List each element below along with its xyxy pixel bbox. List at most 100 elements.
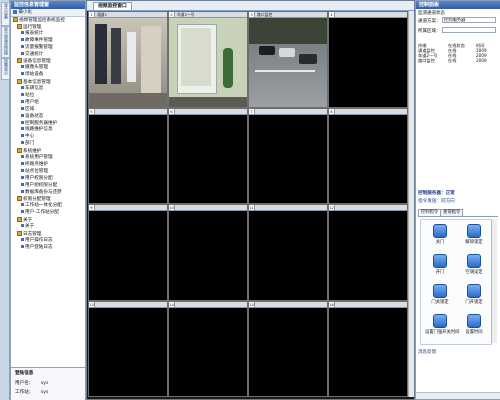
video-cell-title: 车道2一号 (177, 12, 195, 17)
tree-item[interactable]: 站点位管理 (21, 168, 48, 175)
video-cell[interactable]: 7 (248, 107, 328, 204)
tree-item[interactable]: 关于 (21, 224, 34, 230)
set-door-time-icon (433, 314, 447, 328)
module-icon (21, 134, 24, 138)
tree-item[interactable]: 权限分配管理 (17, 196, 51, 202)
tree-item[interactable]: 基本信息管理 (17, 79, 51, 85)
tree-item[interactable]: 用户操作日志 (21, 237, 53, 244)
command-label: 门关锁定 (431, 300, 449, 305)
ac-setting-button[interactable]: 空调设定 (459, 254, 489, 280)
tree-item[interactable]: 系统维护 (17, 148, 41, 154)
video-cell[interactable]: 2 车道2一号 (168, 11, 248, 108)
video-cell[interactable]: 12 (328, 204, 408, 301)
tree-item-label: 站位 (25, 92, 35, 98)
login-info-title: 登陆信息 (15, 371, 34, 376)
set-door-time-button[interactable]: 设置门强开关时间 (425, 314, 459, 340)
tree-item[interactable]: 工作站一体化分配 (21, 203, 62, 209)
door-lock-closed-button[interactable]: 门关锁定 (425, 284, 455, 310)
area-input[interactable] (442, 27, 496, 33)
video-cell[interactable]: 16 (328, 300, 408, 397)
tree-item[interactable]: 运行管理 (17, 23, 41, 30)
tree-item-label: 系统用户管理 (25, 155, 53, 160)
tree-item-label: 用户登陆日志 (25, 244, 53, 250)
message-feedback[interactable]: 消息反馈 (418, 349, 436, 355)
vtab-show-on-demand[interactable]: 按需显示 (1, 58, 10, 80)
tree-item-label: 部门 (25, 141, 35, 147)
tree-item[interactable]: 用户登陆日志 (21, 244, 53, 251)
video-cell[interactable]: 9 (88, 204, 168, 301)
tree-item[interactable]: 场站设备 (21, 72, 43, 78)
tree-item-label: 流量报警管理 (25, 44, 53, 50)
channel-scheme-label: 通道方案： (418, 19, 441, 24)
unlock-button[interactable]: 解除锁定 (459, 224, 489, 250)
tree-item[interactable]: 流量报警管理 (21, 44, 53, 51)
video-cell[interactable]: 14 (168, 300, 248, 397)
tree-item[interactable]: 中心 (21, 134, 34, 140)
minimize-button[interactable]: 最小化 (18, 10, 32, 15)
tree-item[interactable]: 线路维护信息 (21, 127, 53, 133)
command-scrollbar[interactable] (491, 219, 497, 343)
open-door-button[interactable]: 开门 (425, 254, 455, 280)
close-door-button[interactable]: 关门 (425, 224, 455, 250)
video-monitor-window: 视频监控窗口 1 通道1 2 车道2一号 3 路口监控 4 5 6 7 8 9 10 11 12 13 14 15… (86, 0, 415, 400)
tree-item[interactable]: 视频管理监控系统监控 (13, 17, 65, 23)
tab-video-monitor[interactable]: 视频监控窗口 (93, 2, 132, 10)
tree-item[interactable]: 用户组权限分配 (21, 182, 57, 189)
video-cell-header: 9 (89, 205, 167, 211)
video-cell[interactable]: 5 (88, 107, 168, 204)
tree-item[interactable]: 系统用户管理 (21, 155, 53, 161)
video-cell[interactable]: 10 (168, 204, 248, 301)
tree-item[interactable]: 终端点维护 (21, 161, 48, 168)
bottom-toolbar (416, 392, 500, 399)
video-cell-header: 11 (249, 205, 327, 211)
tree-item[interactable]: 区域 (21, 106, 34, 113)
channel-scheme-select[interactable]: 控制服务器 (442, 17, 496, 23)
tree-item[interactable]: 车辆信息 (21, 86, 43, 92)
video-cell[interactable]: 1 通道1 (88, 11, 168, 108)
module-icon (21, 224, 24, 227)
module-icon (21, 65, 24, 69)
set-time-button[interactable]: 设置时间 (459, 314, 489, 340)
table-row[interactable]: 路口监控 在线 2009 (418, 58, 498, 63)
tree-item[interactable]: 数据库备份与还原 (21, 189, 62, 196)
video-cell[interactable]: 3 路口监控 (248, 11, 328, 108)
tree-item-label: 故障事件管理 (25, 37, 53, 43)
video-cell-title (175, 109, 177, 114)
ac-setting-icon (467, 254, 481, 268)
video-scrollbar[interactable] (408, 11, 414, 397)
vtab-video-ops[interactable]: 显示视频监控操作 (1, 26, 10, 58)
tree-item[interactable]: 设备状态 (21, 113, 44, 120)
tree-item[interactable]: 故障事件管理 (21, 37, 53, 44)
video-cell[interactable]: 8 (328, 107, 408, 204)
video-cell[interactable]: 15 (248, 300, 328, 397)
video-feed-parking (249, 18, 327, 107)
module-icon (21, 51, 24, 55)
module-icon (21, 210, 24, 214)
module-icon (21, 113, 24, 117)
tab-query-command[interactable]: 查询指令 (440, 209, 464, 216)
tree-item[interactable]: 设备信息管理 (17, 58, 51, 64)
tree-item[interactable]: 用户组 (21, 99, 39, 106)
tree-item[interactable]: 用户权限分配 (21, 175, 53, 182)
tree-item[interactable]: 部门 (21, 141, 34, 147)
tree-item[interactable]: 报表统计 (21, 30, 43, 37)
tree-item[interactable]: 日志管理 (17, 230, 41, 237)
video-cell[interactable]: 6 (168, 107, 248, 204)
control-panel: 控制面板 监测通道状态 通道方案： 控制服务器 所属区域： 终端 在线状态 时间 通… (415, 0, 500, 400)
tree-item[interactable]: 交通统计 (21, 51, 43, 58)
tree-item[interactable]: 站位 (21, 92, 35, 99)
tree-item[interactable]: 关于 (17, 217, 32, 223)
vtab-show-device[interactable]: 显示设备 (1, 2, 10, 26)
video-cell[interactable]: 4 (328, 11, 408, 108)
video-cell[interactable]: 11 (248, 204, 328, 301)
minimize-icon[interactable] (13, 9, 17, 14)
tree-item-label: 用户组 (25, 99, 39, 105)
tree-item[interactable]: 控制服务器维护 (21, 120, 57, 127)
video-cell[interactable]: 13 (88, 300, 168, 397)
tree-item[interactable]: 用户-工作站分配 (21, 210, 59, 216)
area-label: 所属区域： (418, 29, 441, 34)
tab-control-command[interactable]: 控制指令 (418, 209, 442, 216)
tree-item[interactable]: 摄像头管理 (21, 65, 48, 71)
door-lock-open-button[interactable]: 门开锁定 (459, 284, 489, 310)
tree-item-label: 设备状态 (25, 113, 44, 119)
